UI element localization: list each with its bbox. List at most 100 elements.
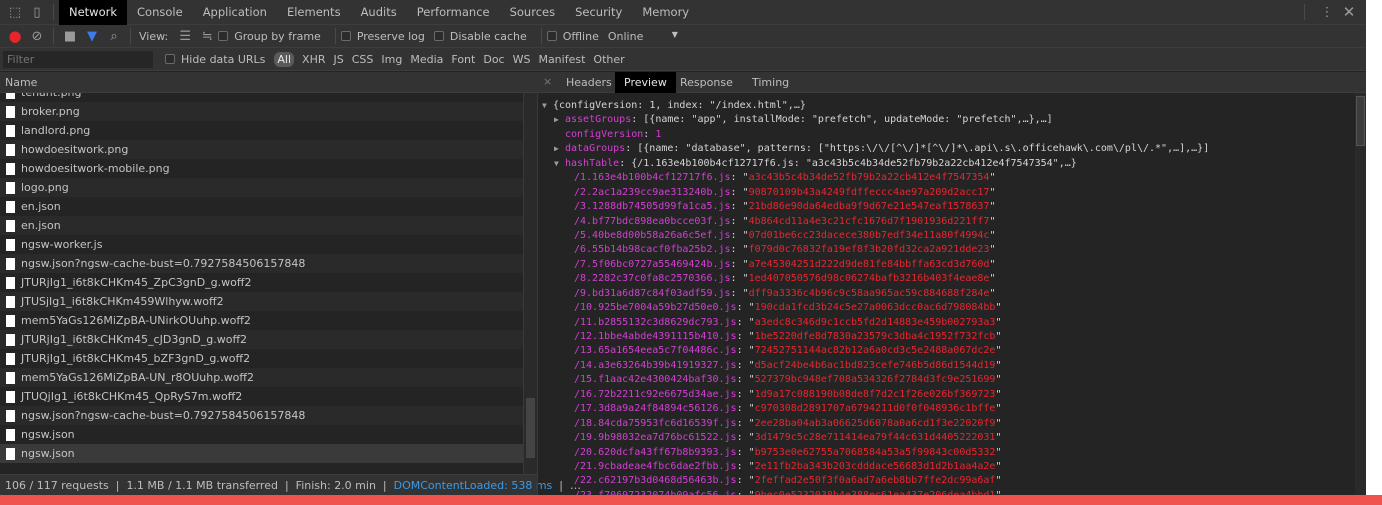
expanded-triangle-icon: ▼ [554, 158, 559, 168]
group-by-frame-checkbox[interactable]: Group by frame [218, 30, 321, 43]
tab-elements[interactable]: Elements [277, 0, 351, 25]
file-icon [6, 409, 15, 422]
data-groups-node[interactable]: ▶ dataGroups: [{name: "database", pattern… [538, 142, 1355, 156]
tab-application[interactable]: Application [193, 0, 277, 25]
hash-table-entries: /1.163e4b100b4cf12717f6.js: "a3c43b5c4b3… [538, 171, 1355, 495]
property-key: dataGroups [565, 143, 626, 155]
hash-file-key: /5.40be8d00b58a26a6c5ef.js [574, 229, 731, 241]
hash-value: 527379bc948ef708a534326f2784d3fc9e251699 [754, 374, 996, 386]
json-root[interactable]: ▼ {configVersion: 1, index: "/index.html"… [538, 99, 1355, 113]
preview-scrollbar[interactable] [1355, 93, 1366, 495]
file-icon [6, 200, 15, 213]
request-row[interactable]: JTURjIg1_i6t8kCHKm45_ZpC3gnD_g.woff2 [0, 273, 523, 292]
filter-type-manifest[interactable]: Manifest [538, 53, 585, 66]
offline-checkbox[interactable]: Offline [546, 30, 599, 43]
request-row[interactable]: logo.png [0, 178, 523, 197]
request-row[interactable]: ngsw.json [0, 425, 523, 444]
request-row[interactable]: en.json [0, 197, 523, 216]
record-icon[interactable]: ● [4, 25, 26, 47]
inspect-element-icon[interactable]: ⬚ [4, 1, 26, 23]
large-rows-icon[interactable]: ☰ [174, 25, 196, 47]
hash-file-key: /3.1288db74505d99fa1ca5.js [574, 201, 731, 213]
detail-tab-timing[interactable]: Timing [743, 72, 798, 93]
request-row[interactable]: howdoesitwork.png [0, 140, 523, 159]
hash-file-key: /6.55b14b98cacf0fba25b2.js [574, 244, 731, 256]
tab-console[interactable]: Console [127, 0, 193, 25]
request-row[interactable]: mem5YaGs126MiZpBA-UNirkOUuhp.woff2 [0, 311, 523, 330]
filter-type-img[interactable]: Img [381, 53, 402, 66]
request-row[interactable]: JTURjIg1_i6t8kCHKm45_bZF3gnD_g.woff2 [0, 349, 523, 368]
filter-type-font[interactable]: Font [451, 53, 475, 66]
request-row[interactable]: ngsw-worker.js [0, 235, 523, 254]
hash-file-key: /18.84cda75953fc6d16539f.js [574, 417, 737, 429]
filter-type-xhr[interactable]: XHR [302, 53, 325, 66]
filter-input[interactable] [3, 50, 153, 68]
hash-file-key: /21.9cbadeae4fbc6dae2fbb.js [574, 460, 737, 472]
tab-network[interactable]: Network [59, 0, 128, 25]
hash-file-key: /9.bd31a6d87c84f03adf59.js [574, 287, 731, 299]
request-list-scrollbar[interactable] [523, 93, 537, 474]
request-row[interactable]: tenant.png [0, 93, 523, 102]
filter-type-ws[interactable]: WS [513, 53, 531, 66]
throttling-select[interactable]: Online ▼ [608, 30, 678, 43]
disable-cache-checkbox[interactable]: Disable cache [433, 30, 527, 43]
request-row[interactable]: landlord.png [0, 121, 523, 140]
request-name: ngsw.json [21, 428, 75, 441]
scrollbar-thumb[interactable] [1356, 96, 1365, 146]
hash-value: 1d9a17c088190b08de8f7d2c1f26e026bf369723 [754, 388, 996, 400]
request-row[interactable]: JTUSjIg1_i6t8kCHKm459Wlhyw.woff2 [0, 292, 523, 311]
filter-type-doc[interactable]: Doc [483, 53, 504, 66]
divider [53, 4, 54, 20]
file-icon [6, 124, 15, 137]
filter-type-all[interactable]: All [274, 51, 295, 67]
hash-file-key: /22.c62197b3d0468d56463b.js [574, 475, 737, 487]
hash-entry: /8.2282c37c0fa8c2570366.js: "1ed40705057… [574, 273, 996, 285]
clear-icon[interactable]: ⊘ [26, 25, 48, 47]
capture-screenshots-icon[interactable]: ■ [59, 25, 81, 47]
tab-memory[interactable]: Memory [632, 0, 699, 25]
detail-tab-response[interactable]: Response [671, 72, 742, 93]
request-row[interactable]: ngsw.json?ngsw-cache-bust=0.792758450615… [0, 254, 523, 273]
detail-tab-headers[interactable]: Headers [557, 72, 621, 93]
filter-type-js[interactable]: JS [334, 53, 344, 66]
request-row[interactable]: ngsw.json?ngsw-cache-bust=0.792758450615… [0, 406, 523, 425]
request-row[interactable]: mem5YaGs126MiZpBA-UN_r8OUuhp.woff2 [0, 368, 523, 387]
name-column-header[interactable]: Name [5, 76, 37, 89]
request-row[interactable]: ngsw.json [0, 444, 523, 463]
hide-data-urls-checkbox[interactable]: Hide data URLs [165, 53, 265, 66]
device-toolbar-icon[interactable]: ▯ [26, 1, 48, 23]
request-row[interactable]: howdoesitwork-mobile.png [0, 159, 523, 178]
hash-value: 2feffad2e50f3f0a6ad7a6eb8bb7ffe2dc99a6af [754, 475, 996, 487]
hash-file-key: /11.b2855132c3d8629dc793.js [574, 316, 737, 328]
hash-file-key: /13.65a1654eea5c7f04486c.js [574, 345, 737, 357]
tab-performance[interactable]: Performance [407, 0, 500, 25]
scrollbar-thumb[interactable] [526, 398, 535, 458]
overview-icon[interactable]: ≒ [196, 25, 218, 47]
tab-security[interactable]: Security [565, 0, 632, 25]
close-detail-icon[interactable]: × [543, 75, 552, 88]
tab-sources[interactable]: Sources [500, 0, 566, 25]
file-icon [6, 162, 15, 175]
detail-tab-preview[interactable]: Preview [615, 72, 676, 93]
asset-groups-node[interactable]: ▶ assetGroups: [{name: "app", installMode… [538, 113, 1355, 127]
filter-type-media[interactable]: Media [410, 53, 443, 66]
request-row[interactable]: JTURjIg1_i6t8kCHKm45_cJD3gnD_g.woff2 [0, 330, 523, 349]
filter-type-css[interactable]: CSS [352, 53, 374, 66]
hash-file-key: /2.2ac1a239cc9ae313240b.js [574, 186, 731, 198]
hash-entry: /6.55b14b98cacf0fba25b2.js: "f079d0c7683… [574, 244, 996, 256]
hash-value: c970308d2891707a6794211d0f0f048936c1bffe [754, 403, 996, 415]
close-icon[interactable]: ✕ [1338, 1, 1360, 23]
hash-file-key: /12.1bbe4abde4391115b410.js [574, 331, 737, 342]
tab-audits[interactable]: Audits [351, 0, 407, 25]
more-menu-icon[interactable]: ⋮ [1316, 1, 1338, 23]
request-row[interactable]: JTUQjIg1_i6t8kCHKm45_QpRyS7m.woff2 [0, 387, 523, 406]
request-row[interactable]: broker.png [0, 102, 523, 121]
property-key: configVersion [565, 128, 644, 140]
filter-icon[interactable]: ▼ [81, 25, 103, 47]
request-row[interactable]: en.json [0, 216, 523, 235]
filter-type-other[interactable]: Other [593, 53, 624, 66]
hash-table-node[interactable]: ▼ hashTable: {/1.163e4b100b4cf12717f6.js:… [538, 157, 1355, 171]
preserve-log-checkbox[interactable]: Preserve log [340, 30, 425, 43]
search-icon[interactable]: ⌕ [103, 25, 125, 47]
file-icon [6, 219, 15, 232]
